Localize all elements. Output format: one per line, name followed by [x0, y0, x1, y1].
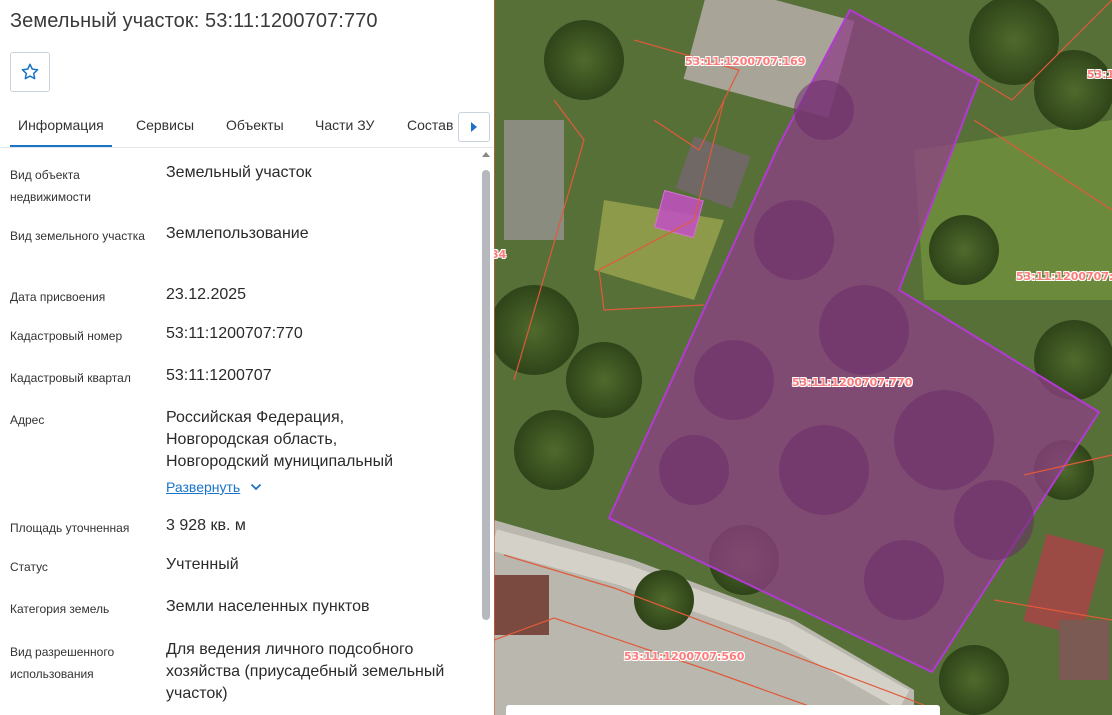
info-value: Земельный участок	[166, 164, 312, 181]
scroll-up-arrow-icon[interactable]	[482, 152, 490, 157]
tab-composition[interactable]: Состав	[407, 106, 453, 147]
star-outline-icon	[21, 63, 39, 80]
address-line: Новгородская область,	[166, 431, 338, 448]
parcel-label-left-partial[interactable]: 34	[494, 248, 506, 261]
parcel-label-north[interactable]: 53:11:1200707:169	[685, 55, 805, 68]
info-value: 53:11:1200707	[166, 367, 272, 384]
tab-services[interactable]: Сервисы	[136, 106, 194, 147]
expand-address-link[interactable]: Развернуть	[166, 476, 262, 498]
parcel-label-top-right[interactable]: 53:1	[1087, 68, 1112, 81]
tabs-next-button[interactable]	[458, 112, 490, 142]
map-view[interactable]: 53:11:1200707:169 53:11:1200707:770 53:1…	[494, 0, 1112, 715]
address-line: Российская Федерация,	[166, 409, 345, 426]
info-label: Адрес	[10, 413, 45, 427]
info-value: Для ведения личного подсобного хозяйства…	[166, 641, 445, 702]
tab-bar: Информация Сервисы Объекты Части ЗУ Сост…	[0, 106, 494, 148]
info-list: Вид объекта недвижимости Земельный участ…	[0, 150, 480, 715]
info-label: Вид объекта недвижимости	[10, 168, 91, 204]
parcel-label-east[interactable]: 53:11:1200707:	[1016, 270, 1112, 283]
info-value: 3 928 кв. м	[166, 517, 246, 534]
map-bottom-card[interactable]	[506, 705, 940, 715]
page-title: Земельный участок: 53:11:1200707:770	[10, 10, 378, 32]
info-label: Категория земель	[10, 602, 110, 616]
info-label: Вид земельного участка	[10, 229, 145, 243]
satellite-imagery	[494, 0, 1112, 715]
info-label: Вид разрешенного использования	[10, 645, 115, 681]
expand-label: Развернуть	[166, 479, 241, 495]
tab-information[interactable]: Информация	[10, 106, 112, 147]
favorite-button[interactable]	[10, 52, 50, 92]
info-label: Кадастровый квартал	[10, 371, 131, 385]
info-value: 53:11:1200707:770	[166, 325, 303, 342]
parcel-label-south[interactable]: 53:11:1200707:560	[624, 650, 744, 663]
caret-right-icon	[471, 122, 477, 132]
chevron-down-icon	[251, 483, 262, 491]
tab-objects[interactable]: Объекты	[226, 106, 284, 147]
info-value-address: Российская Федерация, Новгородская облас…	[166, 407, 471, 499]
info-panel: Земельный участок: 53:11:1200707:770 Инф…	[0, 0, 494, 715]
info-value: 23.12.2025	[166, 286, 247, 303]
parcel-label-selected[interactable]: 53:11:1200707:770	[792, 376, 912, 389]
scrollbar-thumb[interactable]	[482, 170, 490, 620]
address-line: Новгородский муниципальный	[166, 453, 393, 470]
panel-scrollbar[interactable]	[481, 150, 491, 715]
info-label: Дата присвоения	[10, 290, 106, 304]
info-label: Кадастровый номер	[10, 329, 123, 343]
info-value: Учтенный	[166, 556, 239, 573]
tab-parts[interactable]: Части ЗУ	[315, 106, 374, 147]
info-value: Землепользование	[166, 225, 309, 242]
info-label: Площадь уточненная	[10, 521, 130, 535]
info-label: Статус	[10, 560, 48, 574]
info-value: Земли населенных пунктов	[166, 598, 370, 615]
